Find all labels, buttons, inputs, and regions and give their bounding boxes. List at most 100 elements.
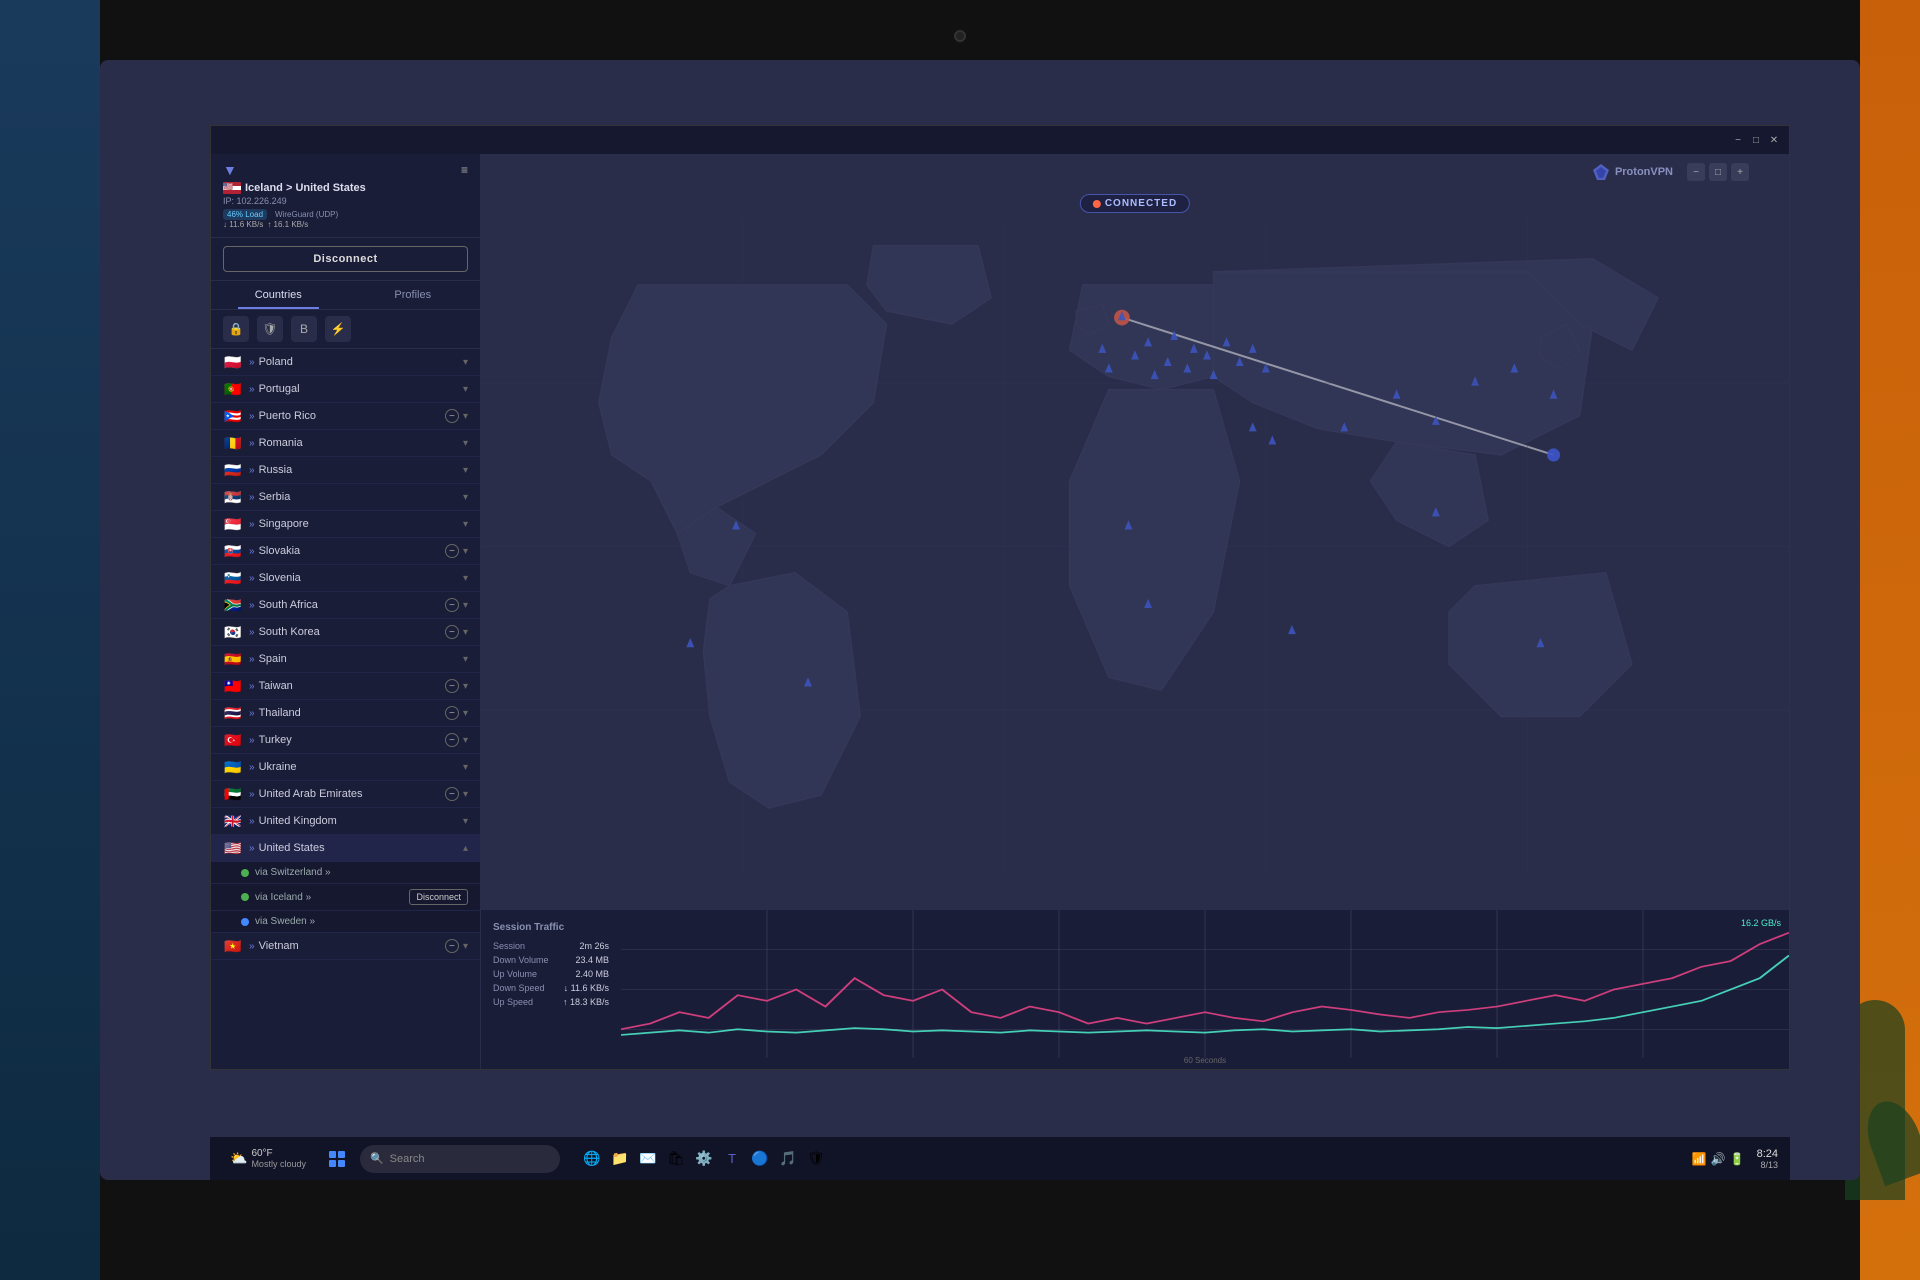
country-item-slovenia[interactable]: 🇸🇮 » Slovenia ▾ bbox=[211, 565, 480, 592]
proton-brand: ProtonVPN − □ + bbox=[1591, 162, 1749, 182]
disconnect-button[interactable]: Disconnect bbox=[223, 246, 468, 272]
country-list[interactable]: 🇵🇱 » Poland ▾ 🇵🇹 » Portugal ▾ bbox=[211, 349, 480, 1069]
country-item-turkey[interactable]: 🇹🇷 » Turkey − ▾ bbox=[211, 727, 480, 754]
search-label: Search bbox=[390, 1153, 425, 1165]
server-disconnect-iceland[interactable]: Disconnect bbox=[409, 889, 468, 905]
country-item-taiwan[interactable]: 🇹🇼 » Taiwan − ▾ bbox=[211, 673, 480, 700]
country-name-uae: United Arab Emirates bbox=[259, 788, 445, 800]
taskbar-settings-icon[interactable]: ⚙️ bbox=[692, 1147, 716, 1171]
taskbar-teams-icon[interactable]: T bbox=[720, 1147, 744, 1171]
country-item-uae[interactable]: 🇦🇪 » United Arab Emirates − ▾ bbox=[211, 781, 480, 808]
laptop-bezel: − □ ✕ ▼ ≡ 🇺🇸 Icel bbox=[0, 0, 1920, 1280]
country-item-ukraine[interactable]: 🇺🇦 » Ukraine ▾ bbox=[211, 754, 480, 781]
taskbar: ⛅ 60°F Mostly cloudy 🔍 bbox=[210, 1136, 1790, 1180]
wc-expand[interactable]: + bbox=[1731, 163, 1749, 181]
app-content: ▼ ≡ 🇺🇸 Iceland > United States IP: 102.2… bbox=[211, 154, 1789, 1069]
start-button[interactable] bbox=[322, 1144, 352, 1174]
country-name-portugal: Portugal bbox=[259, 383, 463, 395]
taskbar-vpn-icon[interactable]: 🛡 bbox=[804, 1147, 828, 1171]
server-status-dot bbox=[241, 869, 249, 877]
filter-p2p[interactable]: B bbox=[291, 316, 317, 342]
chart-time-label: 60 Seconds bbox=[1184, 1056, 1226, 1065]
taskbar-pinned-icons: 🌐 📁 ✉️ 🛍 ⚙️ T 🔵 🎵 🛡 bbox=[572, 1147, 1680, 1171]
taskbar-spotify-icon[interactable]: 🎵 bbox=[776, 1147, 800, 1171]
windows-logo bbox=[329, 1151, 345, 1167]
speed-info: ↓ 11.6 KB/s ↑ 16.1 KB/s bbox=[223, 220, 468, 229]
laptop-screen: − □ ✕ ▼ ≡ 🇺🇸 Icel bbox=[100, 60, 1860, 1180]
taskbar-search[interactable]: 🔍 Search bbox=[360, 1145, 560, 1173]
laptop-camera bbox=[954, 30, 966, 42]
country-name-south-korea: South Korea bbox=[259, 626, 445, 638]
main-map-area: ProtonVPN − □ + CONNECTED bbox=[481, 154, 1789, 1069]
search-icon: 🔍 bbox=[370, 1152, 384, 1165]
filter-tor[interactable]: 🛡 bbox=[257, 316, 283, 342]
bg-decoration-left bbox=[0, 0, 100, 1280]
country-item-portugal[interactable]: 🇵🇹 » Portugal ▾ bbox=[211, 376, 480, 403]
filter-icons: 🔒 🛡 B ⚡ bbox=[211, 310, 480, 349]
tray-network-icon[interactable]: 📶 bbox=[1692, 1152, 1707, 1166]
country-item-spain[interactable]: 🇪🇸 » Spain ▾ bbox=[211, 646, 480, 673]
wc-toggle1[interactable]: − bbox=[1687, 163, 1705, 181]
filter-streaming[interactable]: ⚡ bbox=[325, 316, 351, 342]
server-name-sweden: via Sweden » bbox=[255, 916, 468, 927]
country-item-puerto-rico[interactable]: 🇵🇷 » Puerto Rico − ▾ bbox=[211, 403, 480, 430]
us-servers-expanded: via Switzerland » via Iceland » Disconne… bbox=[211, 862, 480, 933]
taskbar-file-icon[interactable]: 📁 bbox=[608, 1147, 632, 1171]
tab-profiles[interactable]: Profiles bbox=[346, 281, 481, 309]
filter-secure-core[interactable]: 🔒 bbox=[223, 316, 249, 342]
country-name-romania: Romania bbox=[259, 437, 463, 449]
country-item-slovakia[interactable]: 🇸🇰 » Slovakia − ▾ bbox=[211, 538, 480, 565]
country-name-russia: Russia bbox=[259, 464, 463, 476]
minimize-button[interactable]: − bbox=[1731, 133, 1745, 147]
title-bar: − □ ✕ bbox=[211, 126, 1789, 154]
country-item-russia[interactable]: 🇷🇺 » Russia ▾ bbox=[211, 457, 480, 484]
country-name-uk: United Kingdom bbox=[259, 815, 463, 827]
taskbar-chrome-icon[interactable]: 🔵 bbox=[748, 1147, 772, 1171]
sidebar: ▼ ≡ 🇺🇸 Iceland > United States IP: 102.2… bbox=[211, 154, 481, 1069]
taskbar-start: ⛅ 60°F Mostly cloudy 🔍 bbox=[210, 1144, 572, 1174]
country-name-us: United States bbox=[259, 842, 463, 854]
taskbar-mail-icon[interactable]: ✉️ bbox=[636, 1147, 660, 1171]
server-item-switzerland[interactable]: via Switzerland » bbox=[211, 862, 480, 884]
country-item-romania[interactable]: 🇷🇴 » Romania ▾ bbox=[211, 430, 480, 457]
traffic-row-down-vol: Down Volume 23.4 MB bbox=[493, 955, 609, 965]
connection-ip: IP: 102.226.249 bbox=[223, 196, 468, 206]
maximize-button[interactable]: □ bbox=[1749, 133, 1763, 147]
wc-toggle2[interactable]: □ bbox=[1709, 163, 1727, 181]
traffic-row-down-speed: Down Speed ↓ 11.6 KB/s bbox=[493, 983, 609, 993]
tab-countries[interactable]: Countries bbox=[211, 281, 346, 309]
tray-battery-icon[interactable]: 🔋 bbox=[1730, 1152, 1745, 1166]
country-item-serbia[interactable]: 🇷🇸 » Serbia ▾ bbox=[211, 484, 480, 511]
country-item-thailand[interactable]: 🇹🇭 » Thailand − ▾ bbox=[211, 700, 480, 727]
connection-header: ▼ ≡ 🇺🇸 Iceland > United States IP: 102.2… bbox=[211, 154, 480, 238]
tray-volume-icon[interactable]: 🔊 bbox=[1711, 1152, 1726, 1166]
traffic-stats: Session Traffic Session 2m 26s Down Volu… bbox=[481, 910, 621, 1069]
hamburger-menu[interactable]: ≡ bbox=[461, 163, 468, 177]
taskbar-clock[interactable]: 8:24 8/13 bbox=[1757, 1148, 1778, 1170]
country-item-uk[interactable]: 🇬🇧 » United Kingdom ▾ bbox=[211, 808, 480, 835]
country-item-vietnam[interactable]: 🇻🇳 » Vietnam − ▾ bbox=[211, 933, 480, 960]
country-item-south-africa[interactable]: 🇿🇦 » South Africa − ▾ bbox=[211, 592, 480, 619]
connected-label: CONNECTED bbox=[1080, 194, 1190, 213]
traffic-row-session: Session 2m 26s bbox=[493, 941, 609, 951]
chart-speed-label: 16.2 GB/s bbox=[1741, 918, 1781, 928]
chevron-poland: ▾ bbox=[463, 357, 468, 368]
country-item-singapore[interactable]: 🇸🇬 » Singapore ▾ bbox=[211, 511, 480, 538]
flag-poland: 🇵🇱 bbox=[223, 355, 243, 369]
taskbar-edge-icon[interactable]: 🌐 bbox=[580, 1147, 604, 1171]
weather-icon: ⛅ bbox=[230, 1150, 247, 1167]
country-item-us[interactable]: 🇺🇸 » United States ▴ bbox=[211, 835, 480, 862]
server-item-iceland[interactable]: via Iceland » Disconnect bbox=[211, 884, 480, 911]
country-item-south-korea[interactable]: 🇰🇷 » South Korea − ▾ bbox=[211, 619, 480, 646]
clock-time: 8:24 bbox=[1757, 1148, 1778, 1160]
country-item-poland[interactable]: 🇵🇱 » Poland ▾ bbox=[211, 349, 480, 376]
country-name-ukraine: Ukraine bbox=[259, 761, 463, 773]
taskbar-store-icon[interactable]: 🛍 bbox=[664, 1147, 688, 1171]
connection-location: 🇺🇸 Iceland > United States bbox=[223, 182, 468, 194]
server-item-sweden[interactable]: via Sweden » bbox=[211, 911, 480, 933]
close-button[interactable]: ✕ bbox=[1767, 133, 1781, 147]
load-badge: 46% Load bbox=[223, 209, 267, 220]
traffic-row-up-vol: Up Volume 2.40 MB bbox=[493, 969, 609, 979]
chart-area: 16.2 GB/s bbox=[621, 910, 1789, 1069]
country-name-singapore: Singapore bbox=[259, 518, 463, 530]
